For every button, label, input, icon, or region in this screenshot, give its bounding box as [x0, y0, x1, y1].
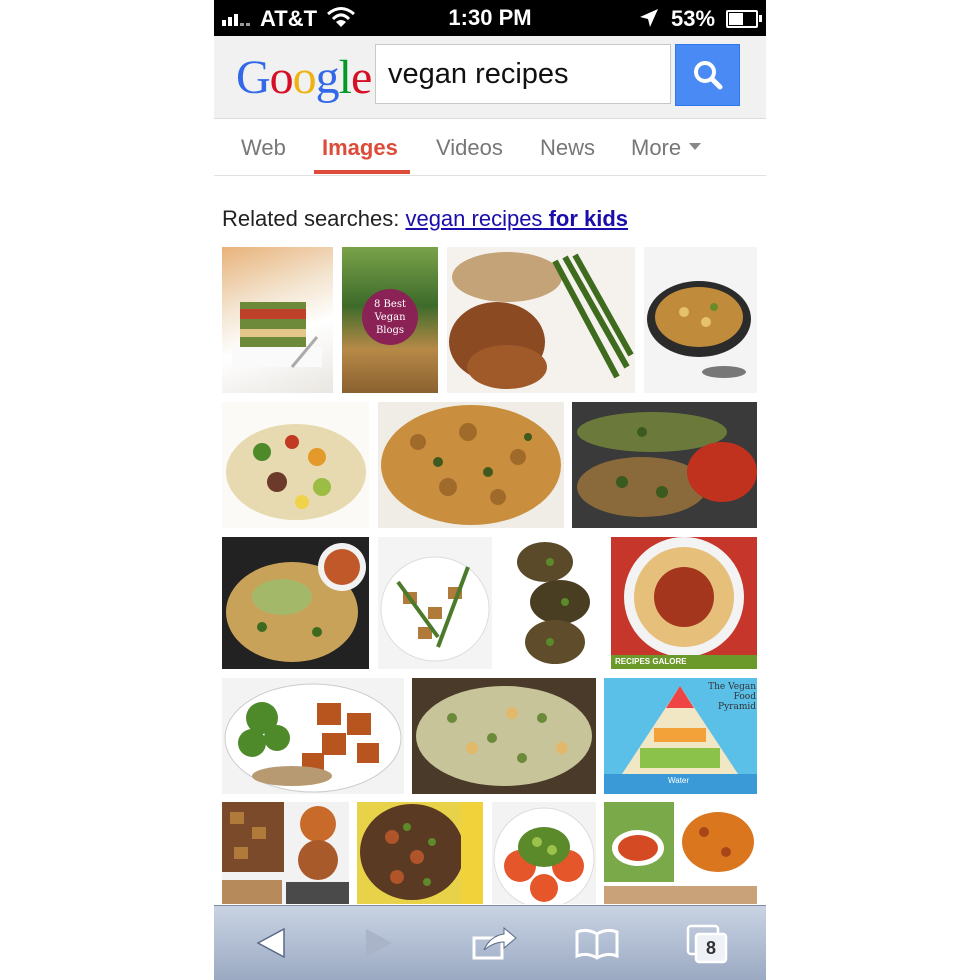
tab-videos[interactable]: Videos	[436, 135, 503, 161]
search-tabs: Web Images Videos News More	[214, 119, 766, 176]
dropdown-caret-icon	[689, 142, 702, 150]
back-button[interactable]	[242, 920, 298, 966]
related-link-bold: for kids	[548, 206, 629, 231]
image-result[interactable]	[222, 402, 369, 528]
phone-screen: AT&T 1:30 PM 53% Google vegan recipes We…	[214, 0, 766, 980]
book-icon	[575, 928, 619, 960]
recipes-galore-label: RECIPES GALORE	[615, 657, 687, 666]
search-header: Google vegan recipes	[214, 36, 766, 119]
google-logo[interactable]: Google	[236, 50, 372, 105]
image-result[interactable]	[357, 802, 483, 904]
search-icon	[694, 61, 723, 90]
image-result[interactable]	[447, 247, 635, 393]
pyramid-title: The Vegan Food Pyramid	[708, 682, 756, 712]
tab-images[interactable]: Images	[322, 135, 398, 161]
related-link-plain: vegan recipes	[405, 206, 543, 231]
tabs-button[interactable]: 8	[680, 920, 736, 966]
search-input[interactable]: vegan recipes	[375, 44, 671, 104]
image-result[interactable]	[378, 537, 492, 669]
image-result[interactable]	[500, 537, 604, 669]
bookmarks-button[interactable]	[569, 920, 625, 966]
blog-badge: 8 Best Vegan Blogs	[362, 289, 418, 345]
related-prefix: Related searches:	[222, 206, 400, 231]
image-result[interactable]	[378, 402, 564, 528]
image-result[interactable]	[222, 802, 349, 904]
share-icon	[472, 926, 517, 960]
active-tab-indicator	[314, 170, 410, 174]
tab-news[interactable]: News	[540, 135, 595, 161]
image-result[interactable]: 8 Best Vegan Blogs	[342, 247, 438, 393]
back-arrow-icon	[256, 927, 285, 959]
tab-more[interactable]: More	[631, 135, 702, 161]
search-button[interactable]	[675, 44, 740, 106]
status-bar: AT&T 1:30 PM 53%	[214, 0, 766, 36]
battery-percent: 53%	[671, 6, 716, 31]
image-result[interactable]	[222, 678, 404, 794]
tab-web[interactable]: Web	[241, 135, 286, 161]
tab-more-label: More	[631, 135, 682, 160]
related-search-link[interactable]: vegan recipes for kids	[405, 206, 628, 231]
image-result[interactable]: RECIPES GALORE	[611, 537, 757, 669]
image-result[interactable]	[412, 678, 596, 794]
location-arrow-icon	[638, 7, 660, 35]
tabs-count: 8	[705, 938, 716, 958]
image-result[interactable]: The Vegan Food Pyramid Water	[604, 678, 757, 794]
image-result[interactable]	[644, 247, 757, 393]
image-result[interactable]	[604, 802, 757, 904]
image-result[interactable]	[572, 402, 757, 528]
image-result[interactable]	[222, 537, 369, 669]
related-searches: Related searches: vegan recipes for kids	[222, 206, 628, 232]
image-result[interactable]	[492, 802, 596, 904]
share-button[interactable]	[466, 920, 522, 966]
forward-arrow-icon	[366, 929, 392, 957]
image-result[interactable]	[222, 247, 333, 393]
forward-button[interactable]	[352, 920, 408, 966]
battery-icon	[726, 10, 762, 28]
pyramid-water-label: Water	[668, 776, 690, 785]
browser-toolbar: 8	[214, 905, 766, 980]
